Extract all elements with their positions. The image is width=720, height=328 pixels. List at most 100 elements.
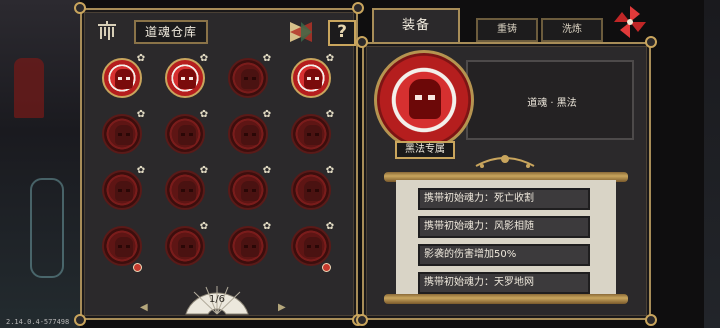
star-flower-icon: ✿ bbox=[325, 53, 335, 64]
soul-slot[interactable]: ✿ bbox=[102, 166, 145, 210]
demon-mask-icon bbox=[178, 181, 196, 201]
lock-marker-icon bbox=[322, 263, 331, 272]
version-label: 2.14.0.4-577498 bbox=[6, 318, 70, 326]
corner-ornament bbox=[356, 36, 368, 48]
soul-slot[interactable]: ✿ bbox=[165, 222, 208, 266]
demon-mask-icon bbox=[241, 237, 259, 257]
pinwheel-close-icon[interactable] bbox=[610, 2, 650, 42]
soul-medal bbox=[291, 226, 331, 266]
equipped-soul-medal[interactable] bbox=[374, 50, 474, 150]
affix-scroll: 携带初始魂力：死亡收割 携带初始魂力：风影相随 影袭的伤害增加50% 携带初始魂… bbox=[384, 172, 628, 304]
demon-mask-icon bbox=[115, 125, 133, 145]
soul-medal bbox=[228, 226, 268, 266]
soul-slot[interactable]: ✿ bbox=[165, 110, 208, 154]
storage-header: 道魂仓库 ? bbox=[88, 16, 356, 46]
soul-slot[interactable]: ✿ bbox=[102, 54, 145, 98]
star-flower-icon: ✿ bbox=[199, 165, 209, 176]
soul-medal bbox=[291, 114, 331, 154]
star-flower-icon: ✿ bbox=[136, 109, 146, 120]
soul-slot[interactable]: ✿ bbox=[165, 166, 208, 210]
star-flower-icon: ✿ bbox=[325, 165, 335, 176]
soul-medal bbox=[102, 114, 142, 154]
star-flower-icon: ✿ bbox=[199, 221, 209, 232]
star-flower-icon: ✿ bbox=[262, 165, 272, 176]
help-button[interactable]: ? bbox=[328, 20, 356, 46]
demon-mask-icon bbox=[241, 125, 259, 145]
star-flower-icon: ✿ bbox=[136, 165, 146, 176]
sort-toggle-icon[interactable] bbox=[288, 20, 314, 44]
demon-mask-icon bbox=[115, 181, 133, 201]
soul-slot[interactable]: ✿ bbox=[291, 166, 334, 210]
demon-mask-icon bbox=[178, 125, 196, 145]
affix-row: 携带初始魂力：风影相随 bbox=[418, 216, 590, 238]
demon-mask-icon bbox=[178, 69, 196, 89]
background-scene bbox=[0, 0, 80, 328]
soul-slot[interactable]: ✿ bbox=[165, 54, 208, 98]
soul-medal bbox=[228, 114, 268, 154]
soul-slot[interactable]: ✿ bbox=[228, 222, 271, 266]
tab-equip[interactable]: 装备 bbox=[372, 8, 460, 44]
star-flower-icon: ✿ bbox=[325, 109, 335, 120]
exclusive-badge: 黑法专属 bbox=[395, 141, 455, 159]
soul-medal bbox=[228, 170, 268, 210]
soul-medal bbox=[102, 170, 142, 210]
soul-slot[interactable]: ✿ bbox=[291, 222, 334, 272]
star-flower-icon: ✿ bbox=[262, 53, 272, 64]
corner-ornament bbox=[74, 314, 86, 326]
soul-slot[interactable] bbox=[102, 226, 142, 272]
background-figure bbox=[14, 58, 44, 118]
lock-marker-icon bbox=[133, 263, 142, 272]
tab-wash[interactable]: 洗炼 bbox=[541, 18, 603, 42]
corner-ornament bbox=[74, 2, 86, 14]
affix-row: 携带初始魂力：天罗地网 bbox=[418, 272, 590, 294]
demon-mask-icon bbox=[304, 69, 322, 89]
next-page-icon[interactable]: ▶ bbox=[278, 302, 292, 314]
demon-mask-icon bbox=[178, 237, 196, 257]
background-glass-jar bbox=[30, 178, 64, 278]
wind-chime-icon bbox=[98, 21, 116, 40]
star-flower-icon: ✿ bbox=[136, 53, 146, 64]
gold-ornament-icon bbox=[475, 155, 535, 168]
soul-medal bbox=[291, 58, 331, 98]
scroll-rod-bottom bbox=[384, 294, 628, 304]
soul-medal bbox=[165, 170, 205, 210]
soul-medal bbox=[291, 170, 331, 210]
page-number: 1/6 bbox=[208, 294, 226, 305]
soul-medal bbox=[228, 58, 268, 98]
page-indicator-fan: 1/6 bbox=[182, 282, 252, 316]
demon-mask-icon bbox=[304, 237, 322, 257]
star-flower-icon: ✿ bbox=[262, 109, 272, 120]
soul-slot[interactable]: ✿ bbox=[228, 166, 271, 210]
prev-page-icon[interactable]: ◀ bbox=[140, 302, 154, 314]
demon-mask-icon bbox=[115, 69, 133, 89]
demon-mask-icon bbox=[304, 181, 322, 201]
corner-ornament bbox=[356, 314, 368, 326]
star-flower-icon: ✿ bbox=[199, 109, 209, 120]
demon-mask-icon bbox=[409, 79, 441, 119]
affix-row: 影袭的伤害增加50% bbox=[418, 244, 590, 266]
soul-medal bbox=[165, 58, 205, 98]
soul-name-box: 道魂 · 黑法 bbox=[466, 60, 634, 140]
demon-mask-icon bbox=[304, 125, 322, 145]
soul-slot[interactable]: ✿ bbox=[102, 110, 145, 154]
background-right-edge bbox=[704, 0, 720, 328]
corner-ornament bbox=[645, 314, 657, 326]
star-flower-icon: ✿ bbox=[262, 221, 272, 232]
affix-row: 携带初始魂力：死亡收割 bbox=[418, 188, 590, 210]
storage-title-tab[interactable]: 道魂仓库 bbox=[134, 20, 208, 44]
demon-mask-icon bbox=[241, 69, 259, 89]
soul-medal bbox=[165, 226, 205, 266]
demon-mask-icon bbox=[241, 181, 259, 201]
soul-medal bbox=[102, 58, 142, 98]
soul-medal bbox=[102, 226, 142, 266]
tab-reforge[interactable]: 重铸 bbox=[476, 18, 538, 42]
soul-slot[interactable]: ✿ bbox=[228, 110, 271, 154]
demon-mask-icon bbox=[115, 237, 133, 257]
corner-ornament bbox=[645, 36, 657, 48]
storage-panel: 道魂仓库 ? ✿ ✿ ✿ ✿ ✿ ✿ ✿ ✿ ✿ ✿ ✿ ✿ ✿ ✿ ✿ ◀ ▶ 1/6 bbox=[74, 2, 364, 326]
soul-slot[interactable]: ✿ bbox=[291, 54, 334, 98]
soul-slot[interactable]: ✿ bbox=[291, 110, 334, 154]
soul-slot[interactable]: ✿ bbox=[228, 54, 271, 98]
soul-medal bbox=[165, 114, 205, 154]
soul-name: 道魂 · 黑法 bbox=[527, 98, 577, 109]
